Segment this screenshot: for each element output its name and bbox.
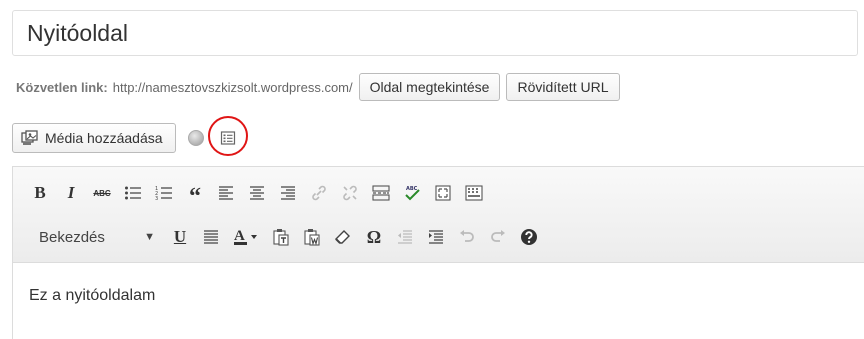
permalink-bar: Közvetlen link: http://namesztovszkizsol… xyxy=(16,72,620,102)
indent-icon[interactable] xyxy=(425,226,447,248)
editor-content[interactable]: Ez a nyitóoldalam xyxy=(29,287,155,305)
clear-format-icon[interactable] xyxy=(332,226,354,248)
toolbar-row-2: Bekezdés ▼ U A Ω xyxy=(23,221,549,253)
form-icon-wrap xyxy=(207,116,248,158)
undo-icon[interactable] xyxy=(456,226,478,248)
blockquote-icon[interactable]: “ xyxy=(184,178,206,210)
italic-icon[interactable]: I xyxy=(60,182,82,204)
justify-icon[interactable] xyxy=(200,226,222,248)
shortlink-button[interactable]: Rövidített URL xyxy=(506,73,620,101)
chevron-down-icon: ▼ xyxy=(144,231,155,243)
highlight-circle xyxy=(207,116,248,156)
special-char-icon[interactable]: Ω xyxy=(363,226,385,248)
more-tag-icon[interactable] xyxy=(370,182,392,204)
bullet-list-icon[interactable] xyxy=(122,182,144,204)
align-center-icon[interactable] xyxy=(246,182,268,204)
align-left-icon[interactable] xyxy=(215,182,237,204)
upload-dot-icon[interactable] xyxy=(187,130,204,146)
paste-text-icon[interactable] xyxy=(270,226,292,248)
align-right-icon[interactable] xyxy=(277,182,299,204)
redo-icon[interactable] xyxy=(487,226,509,248)
media-row: Média hozzáadása xyxy=(12,116,248,158)
format-select[interactable]: Bekezdés ▼ xyxy=(23,224,161,250)
permalink-label: Közvetlen link: xyxy=(16,79,108,95)
toolbar-row-1: B I ABC 123 “ ABC xyxy=(29,177,494,210)
format-select-value: Bekezdés xyxy=(39,228,105,246)
bold-icon[interactable]: B xyxy=(29,182,51,204)
title-input[interactable]: Nyitóoldal xyxy=(12,10,858,56)
view-page-button[interactable]: Oldal megtekintése xyxy=(358,73,501,101)
underline-icon[interactable]: U xyxy=(169,226,191,248)
strikethrough-icon[interactable]: ABC xyxy=(91,182,113,204)
text-color-icon[interactable]: A xyxy=(231,226,261,248)
svg-text:3: 3 xyxy=(155,196,158,201)
unlink-icon[interactable] xyxy=(339,182,361,204)
text-color-glyph: A xyxy=(234,228,245,244)
spellcheck-icon[interactable]: ABC xyxy=(401,182,423,204)
outdent-icon[interactable] xyxy=(394,226,416,248)
help-icon[interactable] xyxy=(518,226,540,248)
title-input-value: Nyitóoldal xyxy=(27,20,128,46)
numbered-list-icon[interactable]: 123 xyxy=(153,182,175,204)
link-icon[interactable] xyxy=(308,182,330,204)
spellcheck-glyph: ABC xyxy=(406,186,418,192)
paste-word-icon[interactable] xyxy=(301,226,323,248)
add-media-button[interactable]: Média hozzáadása xyxy=(12,123,176,153)
permalink-url[interactable]: http://namesztovszkizsolt.wordpress.com/ xyxy=(113,80,353,95)
media-icon xyxy=(21,130,38,145)
editor: B I ABC 123 “ ABC Bekezdés ▼ U A Ω Ez a … xyxy=(12,166,864,339)
fullscreen-icon[interactable] xyxy=(432,182,454,204)
editor-toolbar: B I ABC 123 “ ABC Bekezdés ▼ U A Ω xyxy=(13,167,864,263)
add-media-label: Média hozzáadása xyxy=(45,130,163,146)
kitchen-sink-icon[interactable] xyxy=(463,182,485,204)
